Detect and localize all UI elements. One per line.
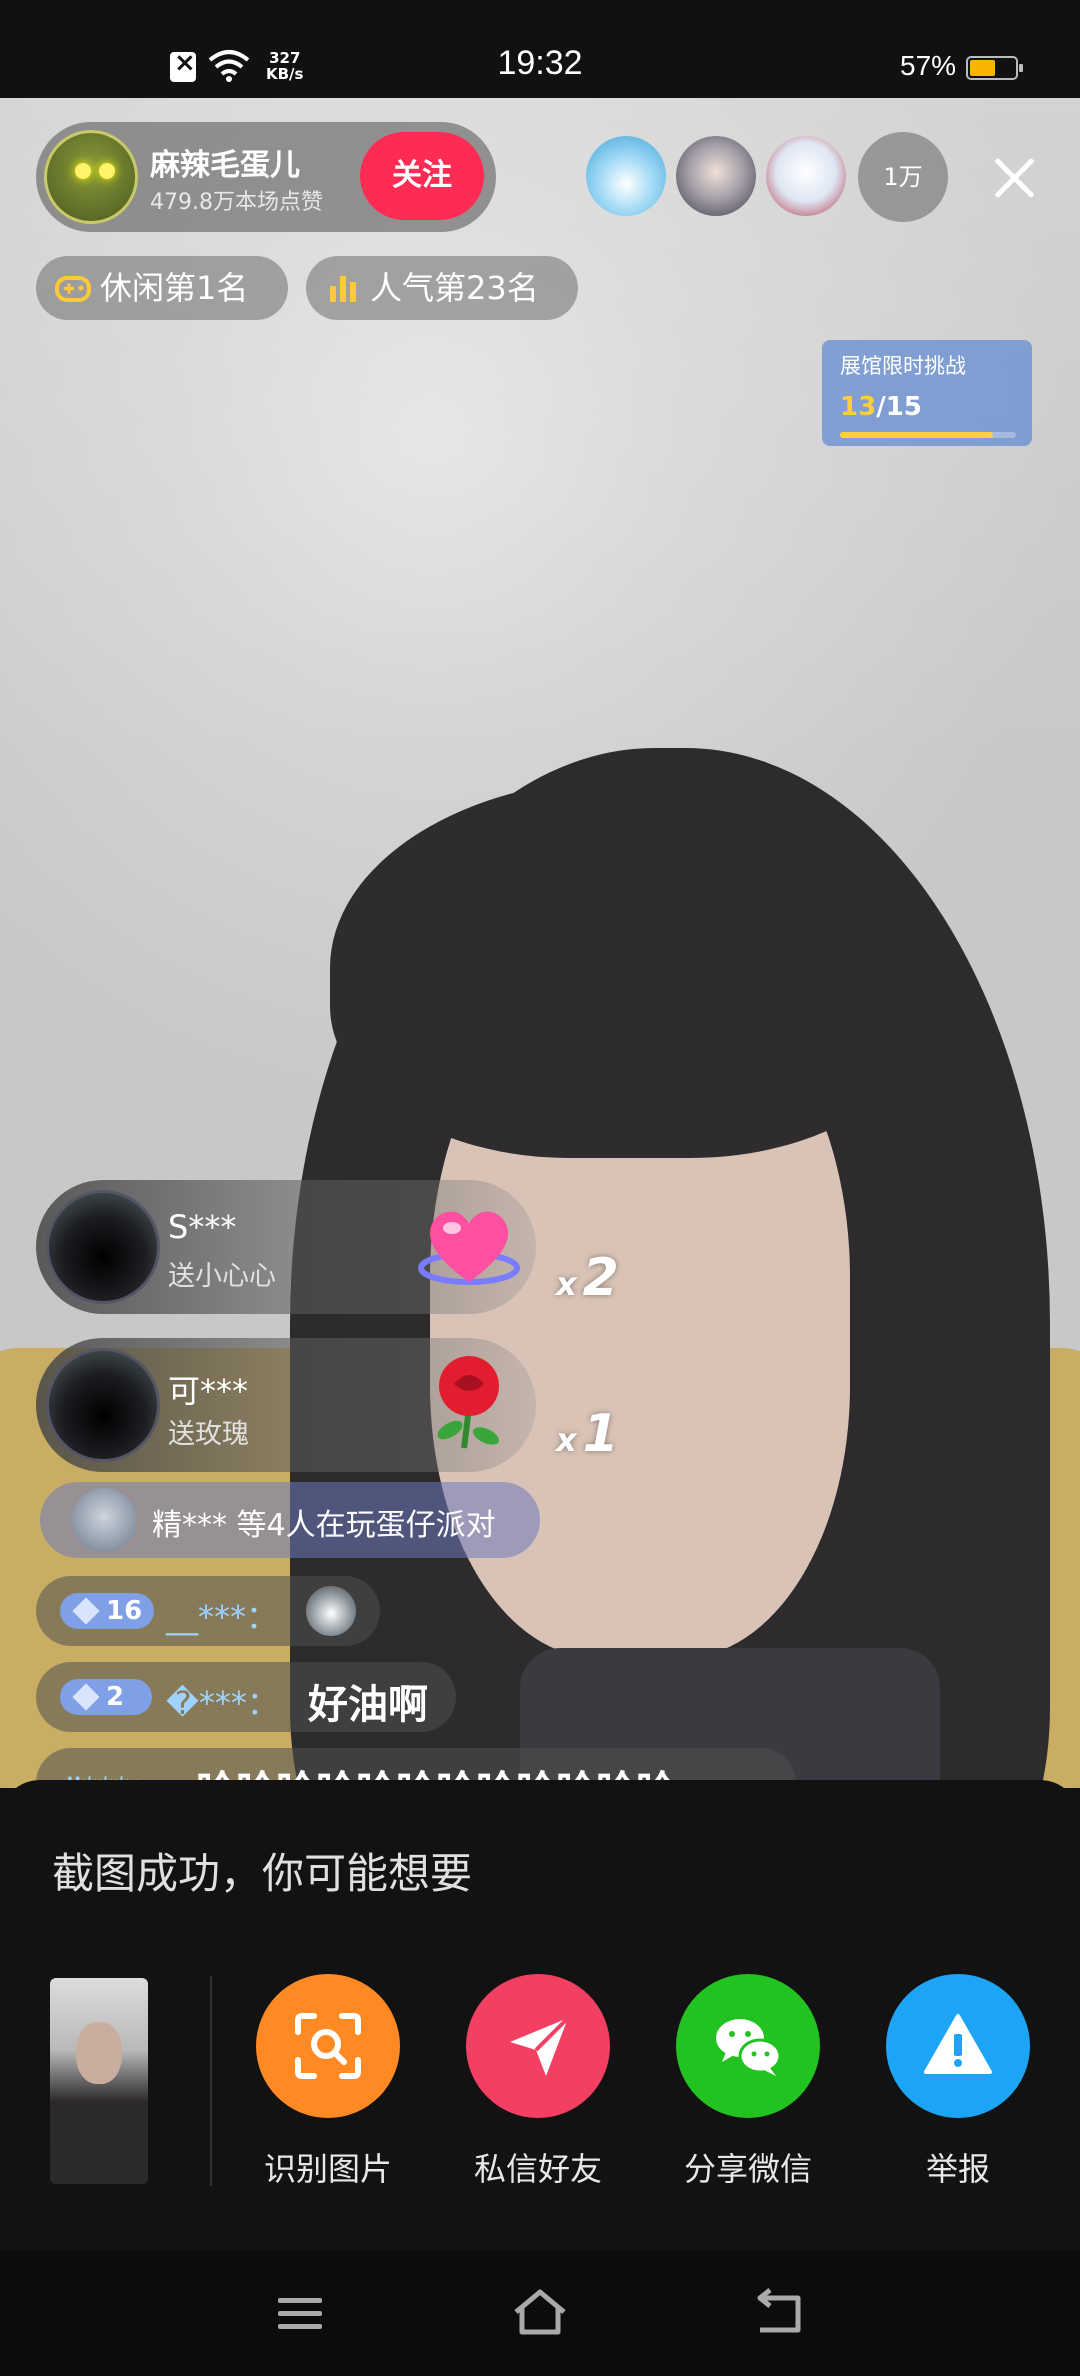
streamer-avatar[interactable]	[44, 130, 138, 224]
gift-sender-avatar[interactable]	[46, 1190, 160, 1304]
party-text: 精*** 等4人在玩蛋仔派对	[152, 1508, 496, 1543]
party-avatar	[72, 1488, 136, 1552]
close-icon[interactable]	[984, 148, 1044, 208]
gift-banner[interactable]: S*** 送小心心	[36, 1180, 536, 1314]
chat-text: 好油啊	[308, 1682, 428, 1728]
cat-emoji-icon	[306, 1586, 356, 1636]
wechat-icon	[716, 2019, 782, 2076]
sheet-title: 截图成功，你可能想要	[52, 1849, 473, 1898]
home-icon[interactable]	[510, 2286, 570, 2340]
gift-action: 送玫瑰	[168, 1419, 249, 1450]
scan-image-icon	[295, 2013, 361, 2079]
action-label: 识别图片	[263, 2150, 392, 2188]
top-viewer-avatar[interactable]	[586, 136, 666, 216]
bar-chart-icon	[330, 276, 356, 302]
gift-combo: x2	[556, 1248, 619, 1308]
gift-sender-name: S***	[168, 1208, 237, 1246]
challenge-widget[interactable]: 展馆限时挑战 13/15	[822, 340, 1032, 446]
message-friend-button[interactable]: 私信好友	[458, 1974, 618, 2190]
battery-icon	[966, 56, 1023, 80]
back-icon[interactable]	[750, 2286, 810, 2340]
battery-percent: 57%	[900, 50, 957, 81]
rank-badge-leisure[interactable]: 休闲第1名	[36, 256, 288, 320]
send-message-icon	[510, 2016, 570, 2076]
party-banner[interactable]: 精*** 等4人在玩蛋仔派对	[40, 1482, 540, 1558]
chat-username: �***：	[166, 1684, 279, 1722]
gift-combo: x1	[556, 1404, 619, 1464]
gift-sender-avatar[interactable]	[46, 1348, 160, 1462]
chat-username: __***：	[166, 1598, 279, 1636]
follow-button[interactable]: 关注	[360, 132, 484, 220]
action-label: 私信好友	[473, 2150, 602, 2188]
action-label: 举报	[925, 2150, 990, 2188]
gamepad-icon	[55, 276, 91, 302]
gift-banner[interactable]: 可*** 送玫瑰	[36, 1338, 536, 1472]
screenshot-share-sheet: 截图成功，你可能想要 识别图片 私信好友 分享微信 举报	[0, 1780, 1080, 2250]
likes-count: 479.8万本场点赞	[150, 190, 323, 215]
rank-badge-popularity[interactable]: 人气第23名	[306, 256, 578, 320]
chat-message[interactable]: 2 �***： 好油啊	[36, 1662, 456, 1732]
rose-gift-icon	[437, 1356, 500, 1449]
share-wechat-button[interactable]: 分享微信	[668, 1974, 828, 2190]
report-button[interactable]: 举报	[878, 1974, 1038, 2190]
divider	[210, 1976, 212, 2186]
screenshot-thumbnail[interactable]	[50, 1978, 148, 2184]
top-viewer-avatar[interactable]	[766, 136, 846, 216]
report-warning-icon	[924, 2014, 992, 2074]
fan-level-badge: 16	[60, 1593, 154, 1629]
gift-sender-name: 可***	[168, 1372, 249, 1410]
status-bar: 327 KB/s 19:32 57%	[0, 0, 1080, 98]
challenge-progress-text: 13/15	[840, 392, 922, 422]
viewer-count[interactable]: 1万	[858, 132, 948, 222]
menu-icon[interactable]	[270, 2286, 330, 2340]
streamer-name: 麻辣毛蛋儿	[150, 148, 300, 183]
system-navigation-bar	[0, 2250, 1080, 2376]
gift-action: 送小心心	[168, 1261, 276, 1292]
top-viewer-avatar[interactable]	[676, 136, 756, 216]
challenge-progress-bar	[840, 432, 1016, 438]
fan-level-badge: 2	[60, 1679, 152, 1715]
challenge-title: 展馆限时挑战	[840, 354, 966, 378]
action-label: 分享微信	[683, 2150, 812, 2188]
recognize-image-button[interactable]: 识别图片	[248, 1974, 408, 2190]
heart-gift-icon	[418, 1211, 520, 1285]
